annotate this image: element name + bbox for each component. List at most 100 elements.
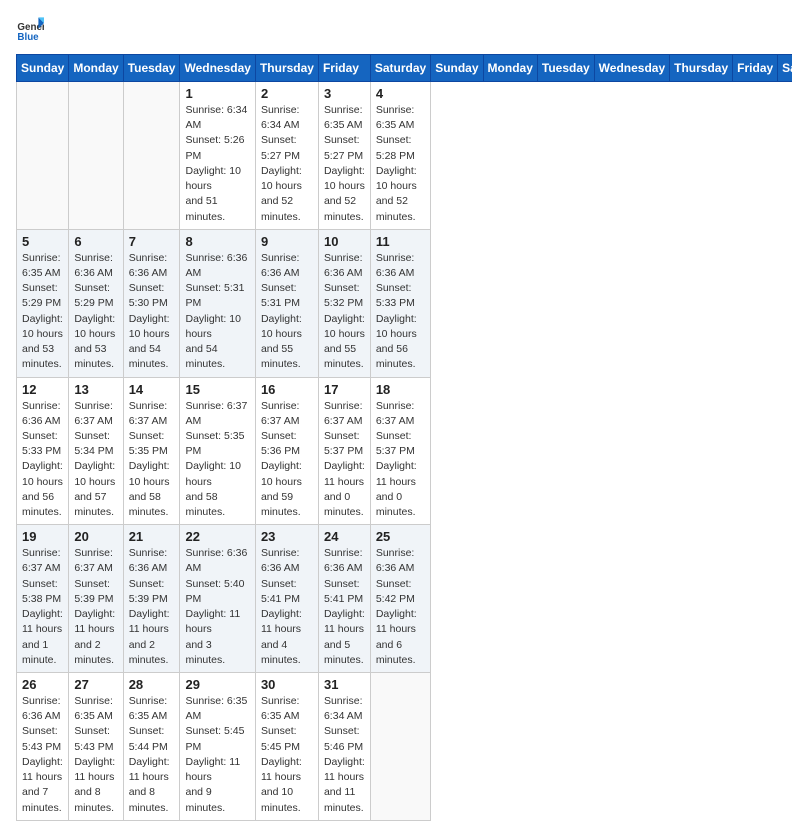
calendar-cell: 18 Sunrise: 6:37 AM Sunset: 5:37 PM Dayli… (370, 377, 430, 525)
day-info: Sunrise: 6:36 AM Sunset: 5:40 PM Dayligh… (185, 546, 249, 668)
week-row: 26 Sunrise: 6:36 AM Sunset: 5:43 PM Dayli… (17, 673, 792, 821)
day-info: Sunrise: 6:36 AM Sunset: 5:41 PM Dayligh… (261, 546, 313, 668)
calendar-cell: 8Sunrise: 6:36 AM Sunset: 5:31 PM Daylig… (180, 229, 255, 377)
day-info: Sunrise: 6:35 AM Sunset: 5:45 PM Dayligh… (185, 694, 249, 816)
calendar-cell: 19 Sunrise: 6:37 AM Sunset: 5:38 PM Dayli… (17, 525, 69, 673)
day-number: 3 (324, 86, 365, 101)
calendar-table: SundayMondayTuesdayWednesdayThursdayFrid… (16, 54, 792, 821)
day-info: Sunrise: 6:35 AM Sunset: 5:43 PM Dayligh… (74, 694, 117, 816)
calendar-cell: 20 Sunrise: 6:37 AM Sunset: 5:39 PM Dayli… (69, 525, 123, 673)
day-info: Sunrise: 6:36 AM Sunset: 5:42 PM Dayligh… (376, 546, 425, 668)
day-info: Sunrise: 6:35 AM Sunset: 5:28 PM Dayligh… (376, 103, 425, 225)
day-header-wednesday: Wednesday (180, 55, 255, 82)
day-header-monday: Monday (69, 55, 123, 82)
day-header-saturday: Saturday (778, 55, 792, 82)
day-number: 14 (129, 382, 175, 397)
day-header-friday: Friday (733, 55, 778, 82)
day-number: 27 (74, 677, 117, 692)
day-number: 1 (185, 86, 249, 101)
day-number: 8 (185, 234, 249, 249)
calendar-cell: 13Sunrise: 6:37 AM Sunset: 5:34 PM Dayli… (69, 377, 123, 525)
day-info: Sunrise: 6:37 AM Sunset: 5:35 PM Dayligh… (185, 399, 249, 521)
calendar-cell: 25 Sunrise: 6:36 AM Sunset: 5:42 PM Dayli… (370, 525, 430, 673)
day-number: 26 (22, 677, 63, 692)
calendar-cell: 23 Sunrise: 6:36 AM Sunset: 5:41 PM Dayli… (255, 525, 318, 673)
week-row: 1Sunrise: 6:34 AM Sunset: 5:26 PM Daylig… (17, 82, 792, 230)
day-info: Sunrise: 6:36 AM Sunset: 5:41 PM Dayligh… (324, 546, 365, 668)
calendar-cell: 14 Sunrise: 6:37 AM Sunset: 5:35 PM Dayli… (123, 377, 180, 525)
calendar-cell: 29 Sunrise: 6:35 AM Sunset: 5:45 PM Dayli… (180, 673, 255, 821)
day-number: 11 (376, 234, 425, 249)
day-header-friday: Friday (318, 55, 370, 82)
day-info: Sunrise: 6:37 AM Sunset: 5:36 PM Dayligh… (261, 399, 313, 521)
calendar-cell: 22Sunrise: 6:36 AM Sunset: 5:40 PM Dayli… (180, 525, 255, 673)
day-number: 2 (261, 86, 313, 101)
day-number: 13 (74, 382, 117, 397)
day-info: Sunrise: 6:36 AM Sunset: 5:29 PM Dayligh… (74, 251, 117, 373)
week-row: 5 Sunrise: 6:35 AM Sunset: 5:29 PM Daylig… (17, 229, 792, 377)
day-info: Sunrise: 6:36 AM Sunset: 5:32 PM Dayligh… (324, 251, 365, 373)
day-number: 28 (129, 677, 175, 692)
calendar-cell: 17Sunrise: 6:37 AM Sunset: 5:37 PM Dayli… (318, 377, 370, 525)
day-header-sunday: Sunday (17, 55, 69, 82)
day-number: 24 (324, 529, 365, 544)
day-number: 9 (261, 234, 313, 249)
day-info: Sunrise: 6:36 AM Sunset: 5:33 PM Dayligh… (22, 399, 63, 521)
calendar-cell: 6 Sunrise: 6:36 AM Sunset: 5:29 PM Daylig… (69, 229, 123, 377)
day-number: 19 (22, 529, 63, 544)
svg-text:Blue: Blue (17, 32, 39, 43)
day-info: Sunrise: 6:37 AM Sunset: 5:37 PM Dayligh… (376, 399, 425, 521)
day-info: Sunrise: 6:37 AM Sunset: 5:37 PM Dayligh… (324, 399, 365, 521)
week-row: 19 Sunrise: 6:37 AM Sunset: 5:38 PM Dayli… (17, 525, 792, 673)
day-info: Sunrise: 6:34 AM Sunset: 5:27 PM Dayligh… (261, 103, 313, 225)
day-header-thursday: Thursday (255, 55, 318, 82)
day-number: 29 (185, 677, 249, 692)
calendar-cell: 24 Sunrise: 6:36 AM Sunset: 5:41 PM Dayli… (318, 525, 370, 673)
day-info: Sunrise: 6:37 AM Sunset: 5:35 PM Dayligh… (129, 399, 175, 521)
calendar-cell: 9 Sunrise: 6:36 AM Sunset: 5:31 PM Daylig… (255, 229, 318, 377)
calendar-cell: 7 Sunrise: 6:36 AM Sunset: 5:30 PM Daylig… (123, 229, 180, 377)
day-number: 20 (74, 529, 117, 544)
calendar-cell (370, 673, 430, 821)
calendar-cell (123, 82, 180, 230)
calendar-cell: 16 Sunrise: 6:37 AM Sunset: 5:36 PM Dayli… (255, 377, 318, 525)
day-header-sunday: Sunday (431, 55, 483, 82)
calendar-cell: 1Sunrise: 6:34 AM Sunset: 5:26 PM Daylig… (180, 82, 255, 230)
calendar-cell: 30Sunrise: 6:35 AM Sunset: 5:45 PM Dayli… (255, 673, 318, 821)
day-info: Sunrise: 6:36 AM Sunset: 5:39 PM Dayligh… (129, 546, 175, 668)
day-header-thursday: Thursday (670, 55, 733, 82)
day-info: Sunrise: 6:37 AM Sunset: 5:38 PM Dayligh… (22, 546, 63, 668)
day-info: Sunrise: 6:36 AM Sunset: 5:31 PM Dayligh… (261, 251, 313, 373)
day-info: Sunrise: 6:35 AM Sunset: 5:29 PM Dayligh… (22, 251, 63, 373)
day-number: 18 (376, 382, 425, 397)
day-number: 4 (376, 86, 425, 101)
calendar-cell: 5 Sunrise: 6:35 AM Sunset: 5:29 PM Daylig… (17, 229, 69, 377)
week-row: 12 Sunrise: 6:36 AM Sunset: 5:33 PM Dayli… (17, 377, 792, 525)
day-number: 12 (22, 382, 63, 397)
calendar-cell: 4 Sunrise: 6:35 AM Sunset: 5:28 PM Daylig… (370, 82, 430, 230)
day-info: Sunrise: 6:35 AM Sunset: 5:44 PM Dayligh… (129, 694, 175, 816)
day-number: 21 (129, 529, 175, 544)
day-header-monday: Monday (483, 55, 537, 82)
day-number: 10 (324, 234, 365, 249)
day-info: Sunrise: 6:36 AM Sunset: 5:43 PM Dayligh… (22, 694, 63, 816)
day-number: 16 (261, 382, 313, 397)
calendar-cell: 3Sunrise: 6:35 AM Sunset: 5:27 PM Daylig… (318, 82, 370, 230)
day-number: 6 (74, 234, 117, 249)
day-info: Sunrise: 6:35 AM Sunset: 5:45 PM Dayligh… (261, 694, 313, 816)
day-info: Sunrise: 6:36 AM Sunset: 5:33 PM Dayligh… (376, 251, 425, 373)
day-number: 23 (261, 529, 313, 544)
day-info: Sunrise: 6:37 AM Sunset: 5:39 PM Dayligh… (74, 546, 117, 668)
calendar-cell (17, 82, 69, 230)
day-header-tuesday: Tuesday (537, 55, 594, 82)
calendar-cell: 28 Sunrise: 6:35 AM Sunset: 5:44 PM Dayli… (123, 673, 180, 821)
calendar-cell: 11 Sunrise: 6:36 AM Sunset: 5:33 PM Dayli… (370, 229, 430, 377)
page-header: General Blue (16, 16, 776, 44)
day-number: 7 (129, 234, 175, 249)
day-number: 5 (22, 234, 63, 249)
calendar-cell: 31Sunrise: 6:34 AM Sunset: 5:46 PM Dayli… (318, 673, 370, 821)
day-number: 25 (376, 529, 425, 544)
day-info: Sunrise: 6:36 AM Sunset: 5:30 PM Dayligh… (129, 251, 175, 373)
calendar-cell: 21 Sunrise: 6:36 AM Sunset: 5:39 PM Dayli… (123, 525, 180, 673)
day-number: 31 (324, 677, 365, 692)
